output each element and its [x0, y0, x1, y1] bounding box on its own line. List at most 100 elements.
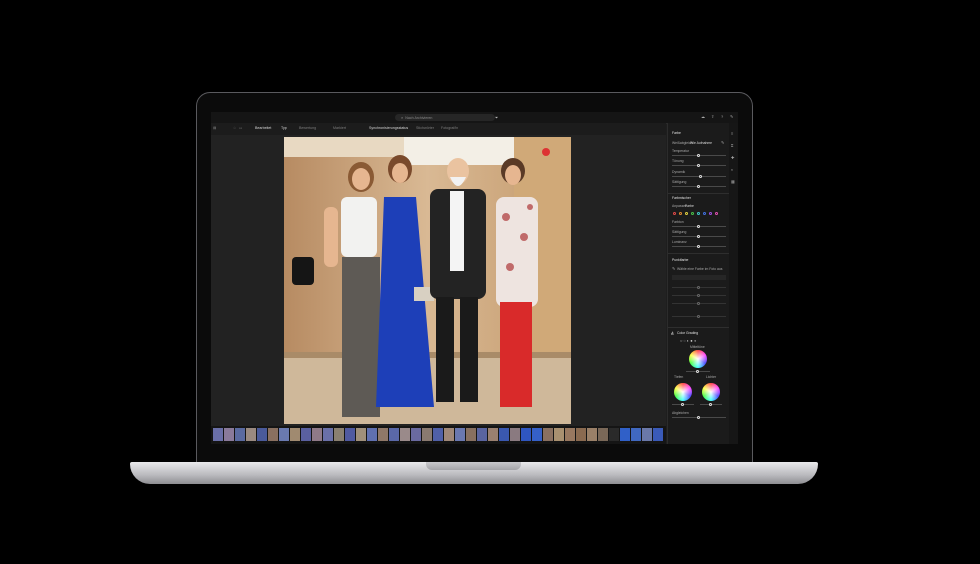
filmstrip-thumb[interactable] [499, 428, 509, 441]
filmstrip-thumb[interactable] [466, 428, 476, 441]
grading-view-icons[interactable]: ○◌◐●◑ [680, 338, 697, 343]
help-icon[interactable]: ? [721, 114, 723, 119]
filmstrip-thumb[interactable] [356, 428, 366, 441]
filmstrip-thumb[interactable] [598, 428, 608, 441]
section-title-color-mixer[interactable]: Farbmischer [672, 196, 691, 200]
adjust-select[interactable]: Farbe [685, 204, 694, 208]
saturation-slider[interactable] [672, 184, 726, 188]
filmstrip-thumb[interactable] [510, 428, 520, 441]
filmstrip-thumb[interactable] [411, 428, 421, 441]
filter-photographer[interactable]: Fotograf/in [441, 126, 458, 130]
point-hue-slider[interactable] [672, 285, 726, 289]
filmstrip-thumb[interactable] [433, 428, 443, 441]
swatch-red[interactable] [673, 212, 676, 215]
presets-tool-icon[interactable]: ▦ [731, 179, 735, 184]
share-icon[interactable]: ⇪ [711, 114, 714, 119]
point-luminance-slider[interactable] [672, 301, 726, 305]
filmstrip-thumb[interactable] [345, 428, 355, 441]
filmstrip-thumb[interactable] [543, 428, 553, 441]
comment-icon[interactable]: ▭ [239, 126, 242, 130]
tint-slider[interactable] [672, 163, 726, 167]
swatch-orange[interactable] [679, 212, 682, 215]
search-field[interactable]: ⌕ Nach Archivieren [395, 114, 495, 121]
shadows-color-wheel[interactable] [674, 383, 692, 401]
swatch-purple[interactable] [709, 212, 712, 215]
section-title-point-color[interactable]: Punktfarbe [672, 258, 688, 262]
crop-tool-icon[interactable]: ⌗ [731, 143, 733, 148]
filmstrip-thumb[interactable] [268, 428, 278, 441]
filmstrip-thumb[interactable] [642, 428, 652, 441]
filmstrip-thumb[interactable] [477, 428, 487, 441]
main-photo[interactable] [284, 137, 571, 424]
filmstrip-thumb[interactable] [290, 428, 300, 441]
filmstrip-thumb[interactable] [653, 428, 663, 441]
point-range-slider[interactable] [672, 314, 726, 318]
filmstrip-thumb[interactable] [235, 428, 245, 441]
white-balance-select[interactable]: Wie Aufnahme [690, 141, 712, 145]
filmstrip-thumb[interactable] [576, 428, 586, 441]
edit-tool-icon[interactable]: ≡ [731, 131, 733, 136]
section-title-color[interactable]: Farbe [672, 131, 681, 135]
filmstrip-thumb[interactable] [631, 428, 641, 441]
filmstrip-thumb[interactable] [444, 428, 454, 441]
filter-keywords[interactable]: Stichwörter [416, 126, 434, 130]
filmstrip-thumb[interactable] [455, 428, 465, 441]
filter-sync-status[interactable]: Synchronisierungsstatus [369, 126, 408, 130]
mask-tool-icon[interactable]: ◐ [731, 167, 733, 172]
filmstrip-thumb[interactable] [301, 428, 311, 441]
temperature-slider[interactable] [672, 153, 726, 157]
point-picker-icon[interactable]: ✎ [672, 266, 675, 271]
blending-slider[interactable] [672, 415, 726, 419]
filmstrip-thumb[interactable] [246, 428, 256, 441]
cloud-icon[interactable]: ☁ [701, 114, 705, 119]
filmstrip-thumb[interactable] [565, 428, 575, 441]
luminance-slider[interactable] [672, 244, 726, 248]
filmstrip-thumb[interactable] [554, 428, 564, 441]
filter-bewertung[interactable]: Bewertung [299, 126, 316, 130]
highlights-color-wheel[interactable] [702, 383, 720, 401]
filmstrip-thumb[interactable] [532, 428, 542, 441]
section-title-color-grading[interactable]: Color Grading [677, 331, 698, 335]
filmstrip-thumb[interactable] [521, 428, 531, 441]
filmstrip-thumb[interactable] [378, 428, 388, 441]
star-icon[interactable]: ☆ [233, 126, 236, 130]
point-saturation-slider[interactable] [672, 293, 726, 297]
filmstrip-thumb[interactable] [334, 428, 344, 441]
filmstrip-thumb[interactable] [389, 428, 399, 441]
filter-typ[interactable]: Typ [281, 126, 287, 130]
grid-view-icon[interactable]: ▤ [213, 126, 216, 130]
filmstrip-thumb[interactable] [367, 428, 377, 441]
filmstrip-thumb[interactable] [620, 428, 630, 441]
filmstrip-thumb[interactable] [587, 428, 597, 441]
eyedropper-icon[interactable]: ✎ [721, 140, 724, 145]
filmstrip-thumb[interactable] [422, 428, 432, 441]
filmstrip-thumb[interactable] [213, 428, 223, 441]
filmstrip-thumb[interactable] [279, 428, 289, 441]
swatch-green[interactable] [691, 212, 694, 215]
vibrance-slider[interactable] [672, 174, 726, 178]
filter-icon[interactable]: ⏷ [495, 115, 498, 120]
filter-markiert[interactable]: Markiert [333, 126, 346, 130]
filmstrip-thumb[interactable] [400, 428, 410, 441]
hue-slider[interactable] [672, 224, 726, 228]
filmstrip-thumb[interactable] [609, 428, 619, 441]
mixer-saturation-slider[interactable] [672, 234, 726, 238]
shadows-luminance-slider[interactable] [672, 402, 694, 406]
filter-bearbeitet[interactable]: Bearbeitet [255, 126, 271, 130]
filmstrip-thumb[interactable] [488, 428, 498, 441]
filmstrip[interactable] [211, 426, 666, 444]
edit-icon[interactable]: ✎ [730, 114, 733, 119]
filmstrip-thumb[interactable] [312, 428, 322, 441]
swatch-yellow[interactable] [685, 212, 688, 215]
highlights-luminance-slider[interactable] [700, 402, 722, 406]
swatch-blue[interactable] [703, 212, 706, 215]
filmstrip-thumb[interactable] [257, 428, 267, 441]
heal-tool-icon[interactable]: ✚ [731, 155, 734, 160]
point-color-hint[interactable]: Wähle eine Farbe im Foto aus [677, 267, 722, 271]
filmstrip-thumb[interactable] [224, 428, 234, 441]
midtones-color-wheel[interactable] [689, 350, 707, 368]
swatch-aqua[interactable] [697, 212, 700, 215]
filmstrip-thumb[interactable] [323, 428, 333, 441]
midtones-luminance-slider[interactable] [686, 369, 710, 373]
swatch-magenta[interactable] [715, 212, 718, 215]
